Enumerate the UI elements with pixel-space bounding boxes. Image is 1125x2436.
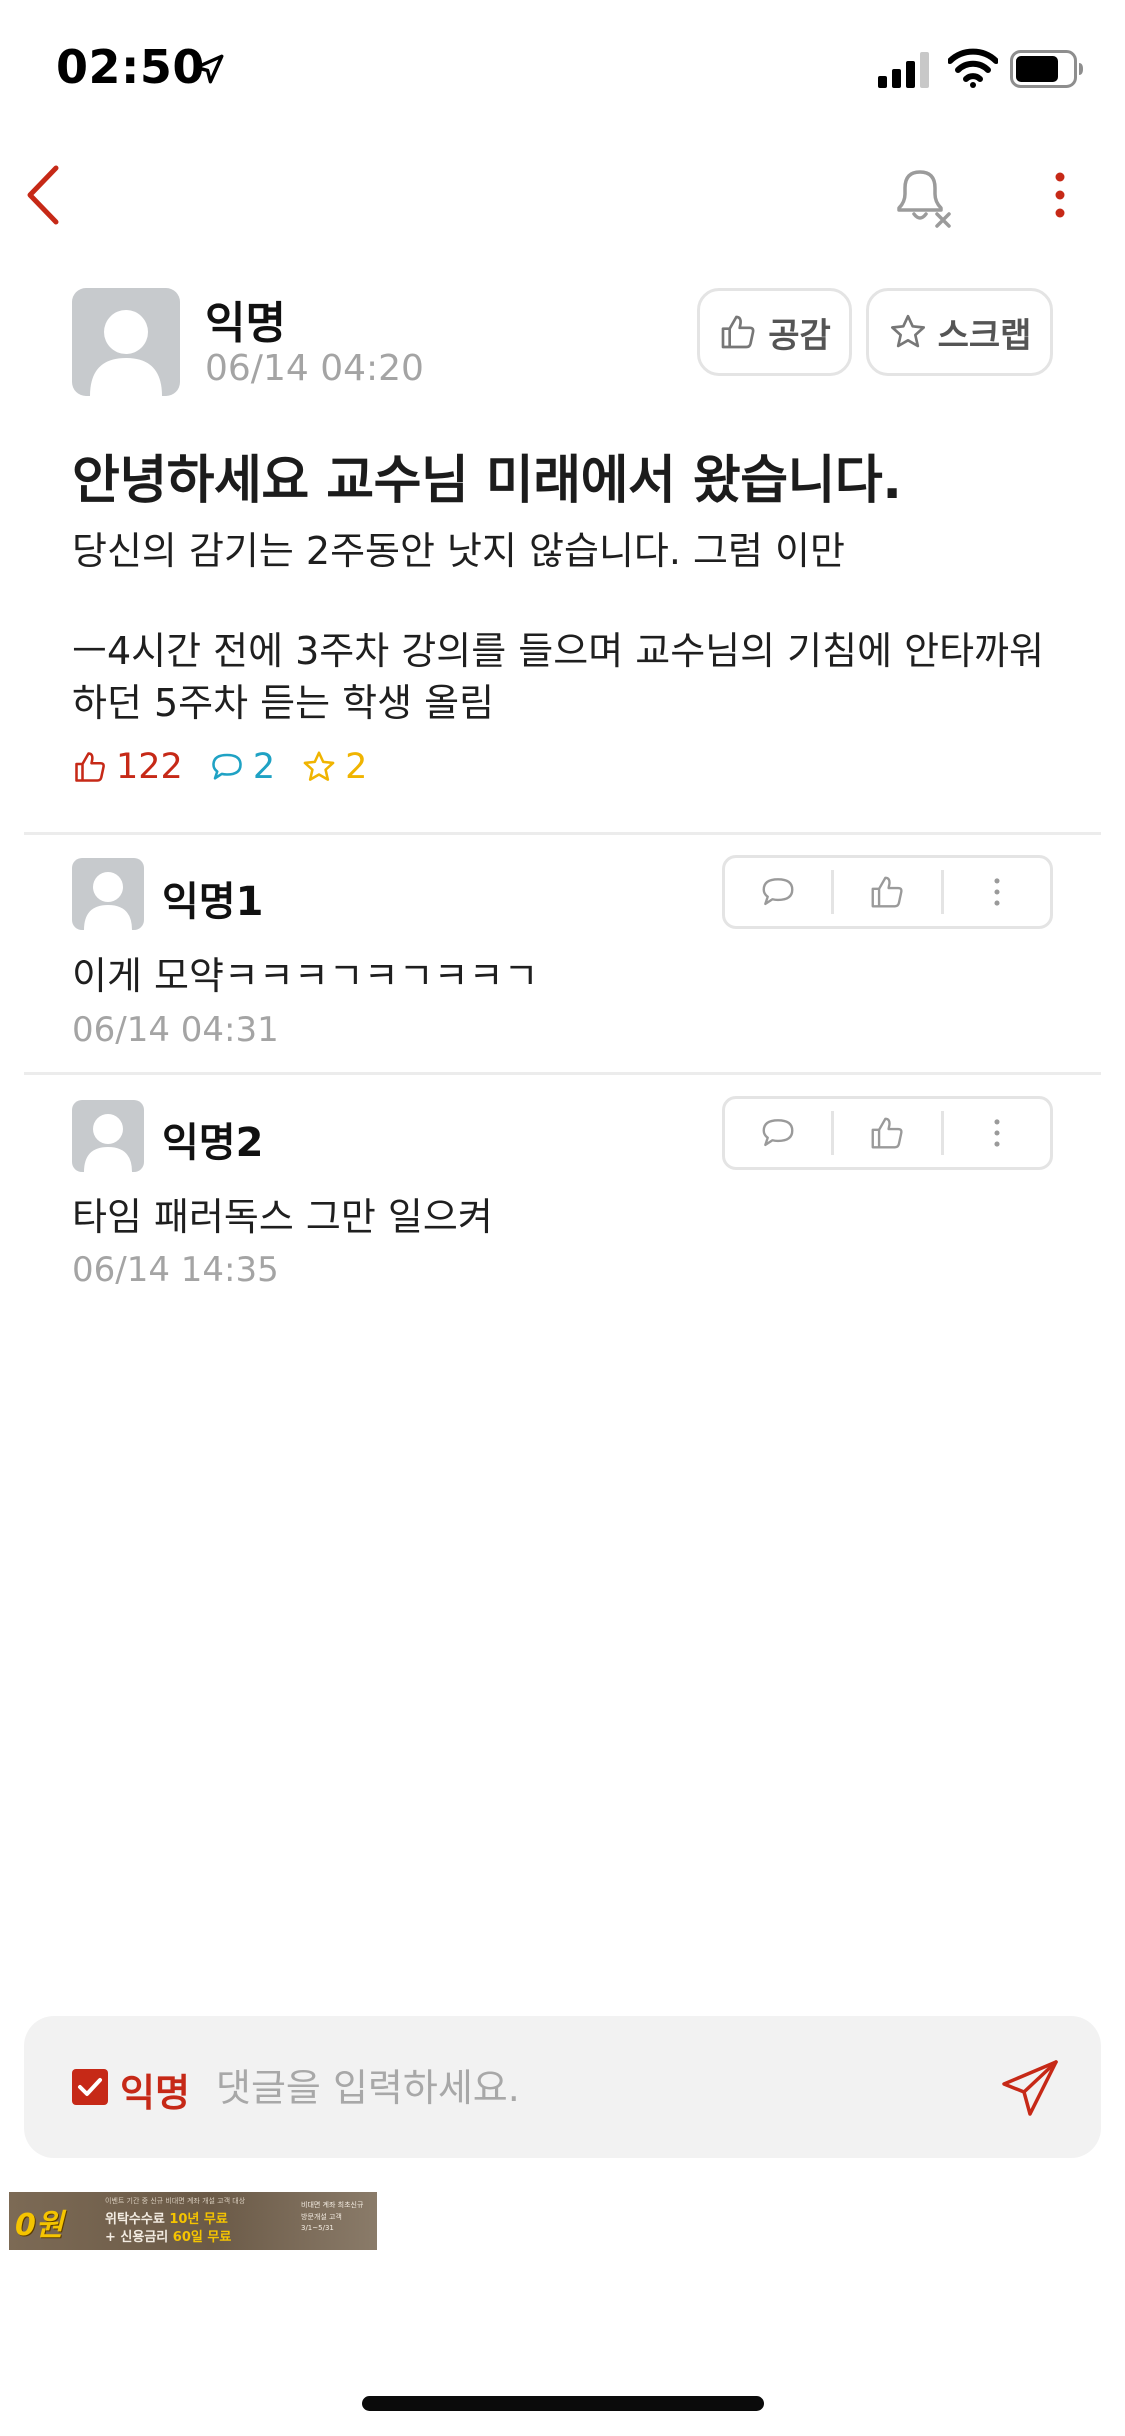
thumbs-up-icon — [721, 315, 755, 349]
comment-avatar — [72, 858, 144, 930]
more-options-icon — [994, 878, 1000, 906]
post-timestamp: 06/14 04:20 — [205, 348, 424, 389]
star-icon — [303, 751, 335, 781]
comment-timestamp: 06/14 14:35 — [72, 1250, 279, 1290]
comment-text: 타임 패러독스 그만 일으켜 — [72, 1195, 493, 1239]
comment-input-bar: 익명 — [24, 2016, 1101, 2158]
comment-input[interactable] — [216, 2052, 996, 2124]
comment-more-button[interactable] — [944, 858, 1050, 926]
post-author-avatar — [72, 288, 180, 396]
comment-actions — [722, 1096, 1053, 1170]
like-button-label: 공감 — [768, 315, 831, 356]
post-author-name: 익명 — [205, 298, 286, 349]
home-indicator[interactable] — [362, 2396, 764, 2411]
like-count-value: 122 — [116, 747, 183, 787]
ad-text: 비대면 계좌 최초신규 — [301, 2201, 364, 2209]
thumbs-up-icon — [75, 752, 105, 782]
ad-text: 이벤트 기간 중 신규 비대면 계좌 개설 고객 대상 — [105, 2197, 246, 2205]
reply-bubble-icon — [762, 878, 794, 906]
comment-more-button[interactable] — [944, 1099, 1050, 1167]
comment-author-name: 익명1 — [162, 879, 264, 925]
cellular-signal-icon — [878, 52, 929, 88]
ad-badge: 0원 — [15, 2208, 64, 2243]
checkmark-icon — [78, 2078, 102, 2096]
post-body-line: ㅡ4시간 전에 3주차 강의를 들으며 교수님의 기침에 안타까워하던 5주차 … — [72, 629, 1044, 725]
reply-bubble-icon — [762, 1119, 794, 1147]
comment-timestamp: 06/14 04:31 — [72, 1010, 279, 1050]
speech-bubble-icon — [212, 753, 242, 780]
divider — [24, 832, 1101, 835]
wifi-icon — [948, 48, 998, 88]
post-title: 안녕하세요 교수님 미래에서 왔습니다. — [72, 451, 902, 511]
post-stats: 122 2 2 — [72, 742, 393, 792]
scrap-count-value: 2 — [345, 747, 368, 787]
thumbs-up-icon — [872, 1117, 904, 1149]
post-body-line: 당신의 감기는 2주동안 낫지 않습니다. 그럼 이만 — [72, 529, 845, 573]
thumbs-up-icon — [872, 876, 904, 908]
ad-text: 방문개설 고객 — [301, 2213, 342, 2221]
comment-count-value: 2 — [252, 747, 276, 787]
status-time: 02:50 — [56, 40, 205, 94]
ad-text: + 신용금리 60일 무료 — [105, 2230, 232, 2245]
status-bar: 02:50 — [0, 0, 1125, 132]
anonymous-label[interactable]: 익명 — [120, 2062, 190, 2117]
scrap-button[interactable]: 스크랩 — [866, 288, 1053, 376]
comment-count: 2 — [209, 747, 275, 787]
star-icon — [890, 314, 925, 348]
battery-icon — [1010, 50, 1083, 88]
notification-off-bell-icon[interactable] — [885, 160, 955, 230]
location-arrow-icon — [194, 54, 224, 84]
comment-avatar — [72, 1100, 144, 1172]
reply-button[interactable] — [725, 858, 831, 926]
comment-like-button[interactable] — [834, 858, 940, 926]
anonymous-checkbox[interactable] — [72, 2069, 108, 2105]
comment-like-button[interactable] — [834, 1099, 940, 1167]
post-body: 당신의 감기는 2주동안 낫지 않습니다. 그럼 이만 ㅡ4시간 전에 3주차 … — [72, 525, 1072, 729]
divider — [24, 1072, 1101, 1075]
scrap-button-label: 스크랩 — [937, 315, 1032, 356]
comment-author-name: 익명2 — [162, 1120, 264, 1166]
comment-text: 이게 모약ㅋㅋㅋㄱㅋㄱㅋㅋㄱ — [72, 954, 539, 998]
comment-actions — [722, 855, 1053, 929]
reply-button[interactable] — [725, 1099, 831, 1167]
ad-text: 위탁수수료 10년 무료 — [105, 2212, 228, 2227]
ad-banner[interactable]: 0원 이벤트 기간 중 신규 비대면 계좌 개설 고객 대상 위탁수수료 10년… — [9, 2192, 377, 2250]
scrap-count: 2 — [301, 747, 367, 787]
back-chevron-icon[interactable] — [20, 160, 70, 230]
ad-text: 3/1~5/31 — [301, 2224, 334, 2232]
more-options-icon — [994, 1119, 1000, 1147]
more-options-icon[interactable] — [1040, 165, 1080, 225]
like-button[interactable]: 공감 — [697, 288, 852, 376]
like-count: 122 — [72, 747, 183, 787]
send-icon[interactable] — [1000, 2056, 1062, 2118]
